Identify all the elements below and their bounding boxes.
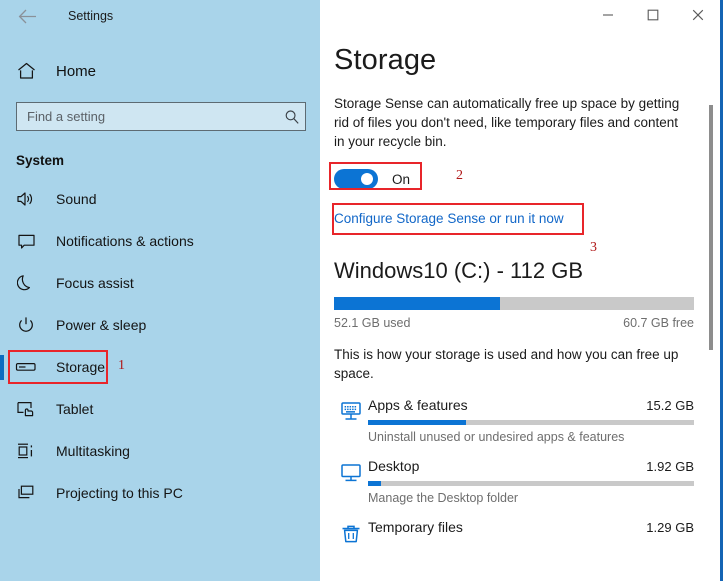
storage-category-size: 1.29 GB <box>646 520 694 535</box>
storage-sense-toggle-row: On 2 <box>329 162 463 193</box>
storage-category-bar-fill <box>368 481 382 486</box>
storage-category-bar <box>368 481 694 486</box>
moon-icon <box>14 271 38 295</box>
storage-category-header: Temporary files 1.29 GB <box>368 519 694 535</box>
sidebar-item-label: Tablet <box>56 401 94 417</box>
sidebar: Settings Home System <box>0 0 320 581</box>
sidebar-item-storage[interactable]: Storage 1 <box>0 346 320 388</box>
sidebar-item-label: Multitasking <box>56 443 130 459</box>
power-icon <box>14 313 38 337</box>
sidebar-item-label: Projecting to this PC <box>56 485 183 501</box>
storage-category-size: 15.2 GB <box>646 398 694 413</box>
storage-drive-icon <box>14 355 38 379</box>
back-arrow-icon[interactable] <box>14 3 40 29</box>
storage-category-name: Temporary files <box>368 519 463 535</box>
storage-category-name: Apps & features <box>368 397 468 413</box>
sidebar-section-heading: System <box>16 153 65 168</box>
notification-icon <box>14 229 38 253</box>
storage-category-desktop[interactable]: Desktop 1.92 GB Manage the Desktop folde… <box>334 458 694 505</box>
sidebar-item-home[interactable]: Home <box>0 54 320 88</box>
annotation-number-1: 1 <box>118 358 125 373</box>
home-label: Home <box>56 62 97 80</box>
configure-storage-sense-link[interactable]: Configure Storage Sense or run it now <box>334 211 564 226</box>
search-input[interactable] <box>17 103 279 130</box>
storage-category-subtitle: Manage the Desktop folder <box>368 491 519 505</box>
sidebar-title: Settings <box>68 9 114 23</box>
storage-sense-description: Storage Sense can automatically free up … <box>334 96 680 149</box>
scrollbar-thumb[interactable] <box>709 105 713 350</box>
desktop-monitor-icon <box>334 458 368 484</box>
drive-capacity-fill <box>334 297 500 310</box>
sidebar-item-label: Notifications & actions <box>56 233 194 249</box>
storage-category-subtitle: Uninstall unused or undesired apps & fea… <box>368 430 625 444</box>
page-title: Storage <box>334 44 437 76</box>
maximize-icon[interactable] <box>630 0 675 30</box>
sidebar-item-projecting[interactable]: Projecting to this PC <box>0 472 320 514</box>
window-titlebar <box>320 0 720 32</box>
toggle-knob <box>361 173 373 185</box>
storage-category-list: Apps & features 15.2 GB Uninstall unused… <box>334 397 694 545</box>
projecting-icon <box>14 481 38 505</box>
storage-category-size: 1.92 GB <box>646 459 694 474</box>
storage-category-body: Temporary files 1.29 GB <box>368 519 694 535</box>
storage-category-bar <box>368 420 694 425</box>
sidebar-item-power-sleep[interactable]: Power & sleep <box>0 304 320 346</box>
storage-category-header: Apps & features 15.2 GB <box>368 397 694 413</box>
drive-capacity-legend: 52.1 GB used 60.7 GB free <box>334 316 694 330</box>
home-icon <box>14 59 38 83</box>
drive-title: Windows10 (C:) - 112 GB <box>334 258 584 283</box>
sidebar-titlebar: Settings <box>0 0 320 32</box>
sidebar-item-label: Sound <box>56 191 97 207</box>
storage-category-name: Desktop <box>368 458 420 474</box>
multitasking-icon <box>14 439 38 463</box>
annotation-number-2: 2 <box>456 168 463 183</box>
sidebar-item-notifications[interactable]: Notifications & actions <box>0 220 320 262</box>
storage-sense-toggle[interactable] <box>334 169 378 189</box>
speaker-icon <box>14 187 38 211</box>
recycle-bin-icon <box>334 519 368 545</box>
main-scrollbar[interactable] <box>706 0 716 581</box>
storage-category-header: Desktop 1.92 GB <box>368 458 694 474</box>
sidebar-item-tablet[interactable]: Tablet <box>0 388 320 430</box>
sidebar-item-focus-assist[interactable]: Focus assist <box>0 262 320 304</box>
storage-category-body: Desktop 1.92 GB Manage the Desktop folde… <box>368 458 694 505</box>
tablet-icon <box>14 397 38 421</box>
search-box[interactable] <box>16 102 306 131</box>
sidebar-item-multitasking[interactable]: Multitasking <box>0 430 320 472</box>
sidebar-item-sound[interactable]: Sound <box>0 178 320 220</box>
storage-sense-toggle-state: On <box>392 171 411 187</box>
storage-category-body: Apps & features 15.2 GB Uninstall unused… <box>368 397 694 444</box>
sidebar-item-label: Storage <box>56 359 106 375</box>
apps-features-icon <box>334 397 368 423</box>
howto-text: This is how your storage is used and how… <box>334 347 679 381</box>
storage-category-bar-fill <box>368 420 466 425</box>
storage-category-temporary-files[interactable]: Temporary files 1.29 GB <box>334 519 694 545</box>
settings-window: Settings Home System <box>0 0 723 581</box>
storage-category-apps[interactable]: Apps & features 15.2 GB Uninstall unused… <box>334 397 694 444</box>
minimize-icon[interactable] <box>585 0 630 30</box>
annotation-number-3: 3 <box>590 240 597 255</box>
storage-page: Storage Storage Sense can automatically … <box>320 44 720 545</box>
drive-free-label: 60.7 GB free <box>623 316 694 330</box>
sidebar-item-label: Power & sleep <box>56 317 147 333</box>
sidebar-item-label: Focus assist <box>56 275 134 291</box>
search-icon[interactable] <box>279 109 305 125</box>
main-content: Storage Storage Sense can automatically … <box>320 0 720 581</box>
drive-capacity-bar <box>334 297 694 310</box>
drive-used-label: 52.1 GB used <box>334 316 411 330</box>
sidebar-nav: Sound Notifications & actions Focus assi… <box>0 178 320 514</box>
